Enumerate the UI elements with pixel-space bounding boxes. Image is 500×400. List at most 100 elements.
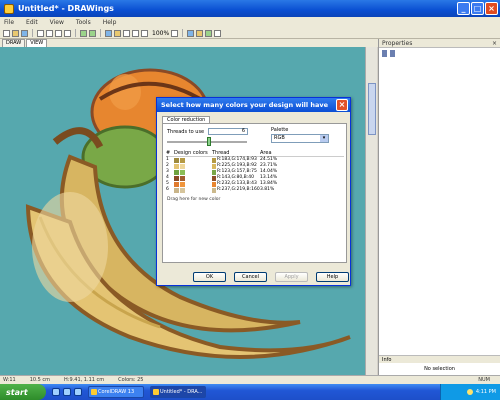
color-swatch[interactable] [180,169,185,175]
color-swatch[interactable] [174,169,179,175]
row-number: 6 [166,187,169,192]
window-titlebar: Untitled* - DRAWings _ □ × [0,0,500,17]
status-colors: Colors: 25 [118,377,144,383]
colors-icon[interactable] [114,29,121,37]
toolbar: 100% [0,28,500,39]
table-header: # Design colors Thread Area [166,150,344,157]
browser-icon[interactable] [52,388,60,396]
tab-draw[interactable]: DRAW [2,39,26,47]
dialog-close-icon[interactable]: × [336,99,348,111]
menu-view[interactable]: View [50,19,64,26]
zoom-out-icon[interactable] [141,29,148,37]
column-header-area: Area [260,150,272,156]
color-swatch[interactable] [174,181,179,187]
open-icon[interactable] [12,29,19,37]
chevron-down-icon[interactable]: ▾ [320,135,328,142]
save-icon[interactable] [21,29,28,37]
status-width: W:11 [3,377,16,383]
column-header-design-colors: Design colors [174,150,208,156]
copy-icon[interactable] [46,29,53,37]
zoom-in-icon[interactable] [132,29,139,37]
properties-close-icon[interactable]: × [492,39,497,48]
quick-launch [52,388,82,396]
color-swatch[interactable] [180,163,185,169]
clock: 4:11 PM [475,389,496,395]
status-bar: W:11 10.5 cm H:9.41, 1.11 cm Colors: 25 … [0,375,500,384]
color-reduction-dialog: Select how many colors your design will … [156,97,351,286]
menu-file[interactable]: File [4,19,14,26]
menu-edit[interactable]: Edit [26,19,38,26]
threads-slider[interactable] [167,137,247,147]
drag-hint: Drag here for new color [167,197,221,202]
palette-label: Palette [271,127,289,133]
slider-knob[interactable] [207,137,211,146]
start-button[interactable]: start [0,384,46,400]
undo-icon[interactable] [80,29,87,37]
delete-icon[interactable] [64,29,71,37]
column-header-num: # [166,150,171,156]
help-button[interactable]: Help [316,272,349,282]
thread-swatch [212,175,216,181]
taskbar: start CorelDRAW 13 Untitled* - DRA... 4:… [0,384,500,400]
pin-icon[interactable] [390,49,395,57]
color-swatch[interactable] [174,157,179,163]
maximize-button[interactable]: □ [471,2,484,15]
tray-icon[interactable] [466,389,473,395]
thread-cell[interactable]: R:237,G:219,B:160 [212,187,260,193]
scrollbar-thumb[interactable] [368,83,376,135]
vertical-scrollbar[interactable] [365,47,377,375]
toolbar-separator [182,29,184,37]
system-tray: 4:11 PM [440,384,500,400]
color-reduction-panel: Threads to use 6 Palette RGB ▾ # Design … [162,123,347,263]
color-swatch[interactable] [180,187,185,193]
ok-button[interactable]: OK [193,272,226,282]
zoom-level[interactable]: 100% [152,30,169,37]
tab-view[interactable]: VIEW [26,39,48,47]
color-swatch[interactable] [174,187,179,193]
color-table: # Design colors Thread Area 1 R:183,G:174… [166,150,344,193]
stitch-icon[interactable] [187,29,195,37]
window-controls: _ □ × [457,2,498,15]
zoom-dropdown-icon[interactable] [171,29,179,37]
menu-help[interactable]: Help [103,19,117,26]
dialog-title: Select how many colors your design will … [157,98,350,112]
taskbar-item-drawings[interactable]: Untitled* - DRA... [150,386,206,398]
desktop-icon[interactable] [63,388,71,396]
new-icon[interactable] [3,29,10,37]
window-title: Untitled* - DRAWings [18,4,114,13]
cancel-button[interactable]: Cancel [234,272,267,282]
fill-icon[interactable] [205,29,213,37]
dialog-buttons: OK Cancel Apply Help [193,272,349,282]
status-height: 10.5 cm [29,377,51,383]
color-picker-icon[interactable] [196,29,204,37]
text-icon[interactable] [214,29,222,37]
thread-value: R:237,G:219,B:160 [217,187,260,192]
tab-color-reduction[interactable]: Color reduction [162,116,211,123]
color-swatch[interactable] [180,157,185,163]
threads-stepper[interactable]: 6 [208,128,248,135]
explorer-icon[interactable] [74,388,82,396]
properties-header: Properties × [379,39,500,48]
arrow-icon[interactable] [382,49,387,57]
apply-button[interactable]: Apply [275,272,308,282]
menu-bar: File Edit View Tools Help [0,17,500,28]
minimize-button[interactable]: _ [457,2,470,15]
taskbar-item-coreldraw[interactable]: CorelDRAW 13 [88,386,144,398]
color-swatch[interactable] [180,181,185,187]
select-icon[interactable] [105,29,112,37]
design-colors-cell [174,187,212,193]
close-button[interactable]: × [485,2,498,15]
properties-panel: Properties × Info No selection [378,39,500,375]
menu-tools[interactable]: Tools [76,19,91,26]
color-swatch[interactable] [174,163,179,169]
color-swatch[interactable] [180,175,185,181]
paste-icon[interactable] [55,29,62,37]
cut-icon[interactable] [37,29,44,37]
table-row[interactable]: 6 R:237,G:219,B:160 3.81% [166,187,344,193]
threads-label: Threads to use [167,129,205,135]
hand-icon[interactable] [123,29,130,37]
column-header-thread: Thread [212,150,230,156]
redo-icon[interactable] [89,29,96,37]
color-swatch[interactable] [174,175,179,181]
palette-select[interactable]: RGB ▾ [271,134,329,143]
